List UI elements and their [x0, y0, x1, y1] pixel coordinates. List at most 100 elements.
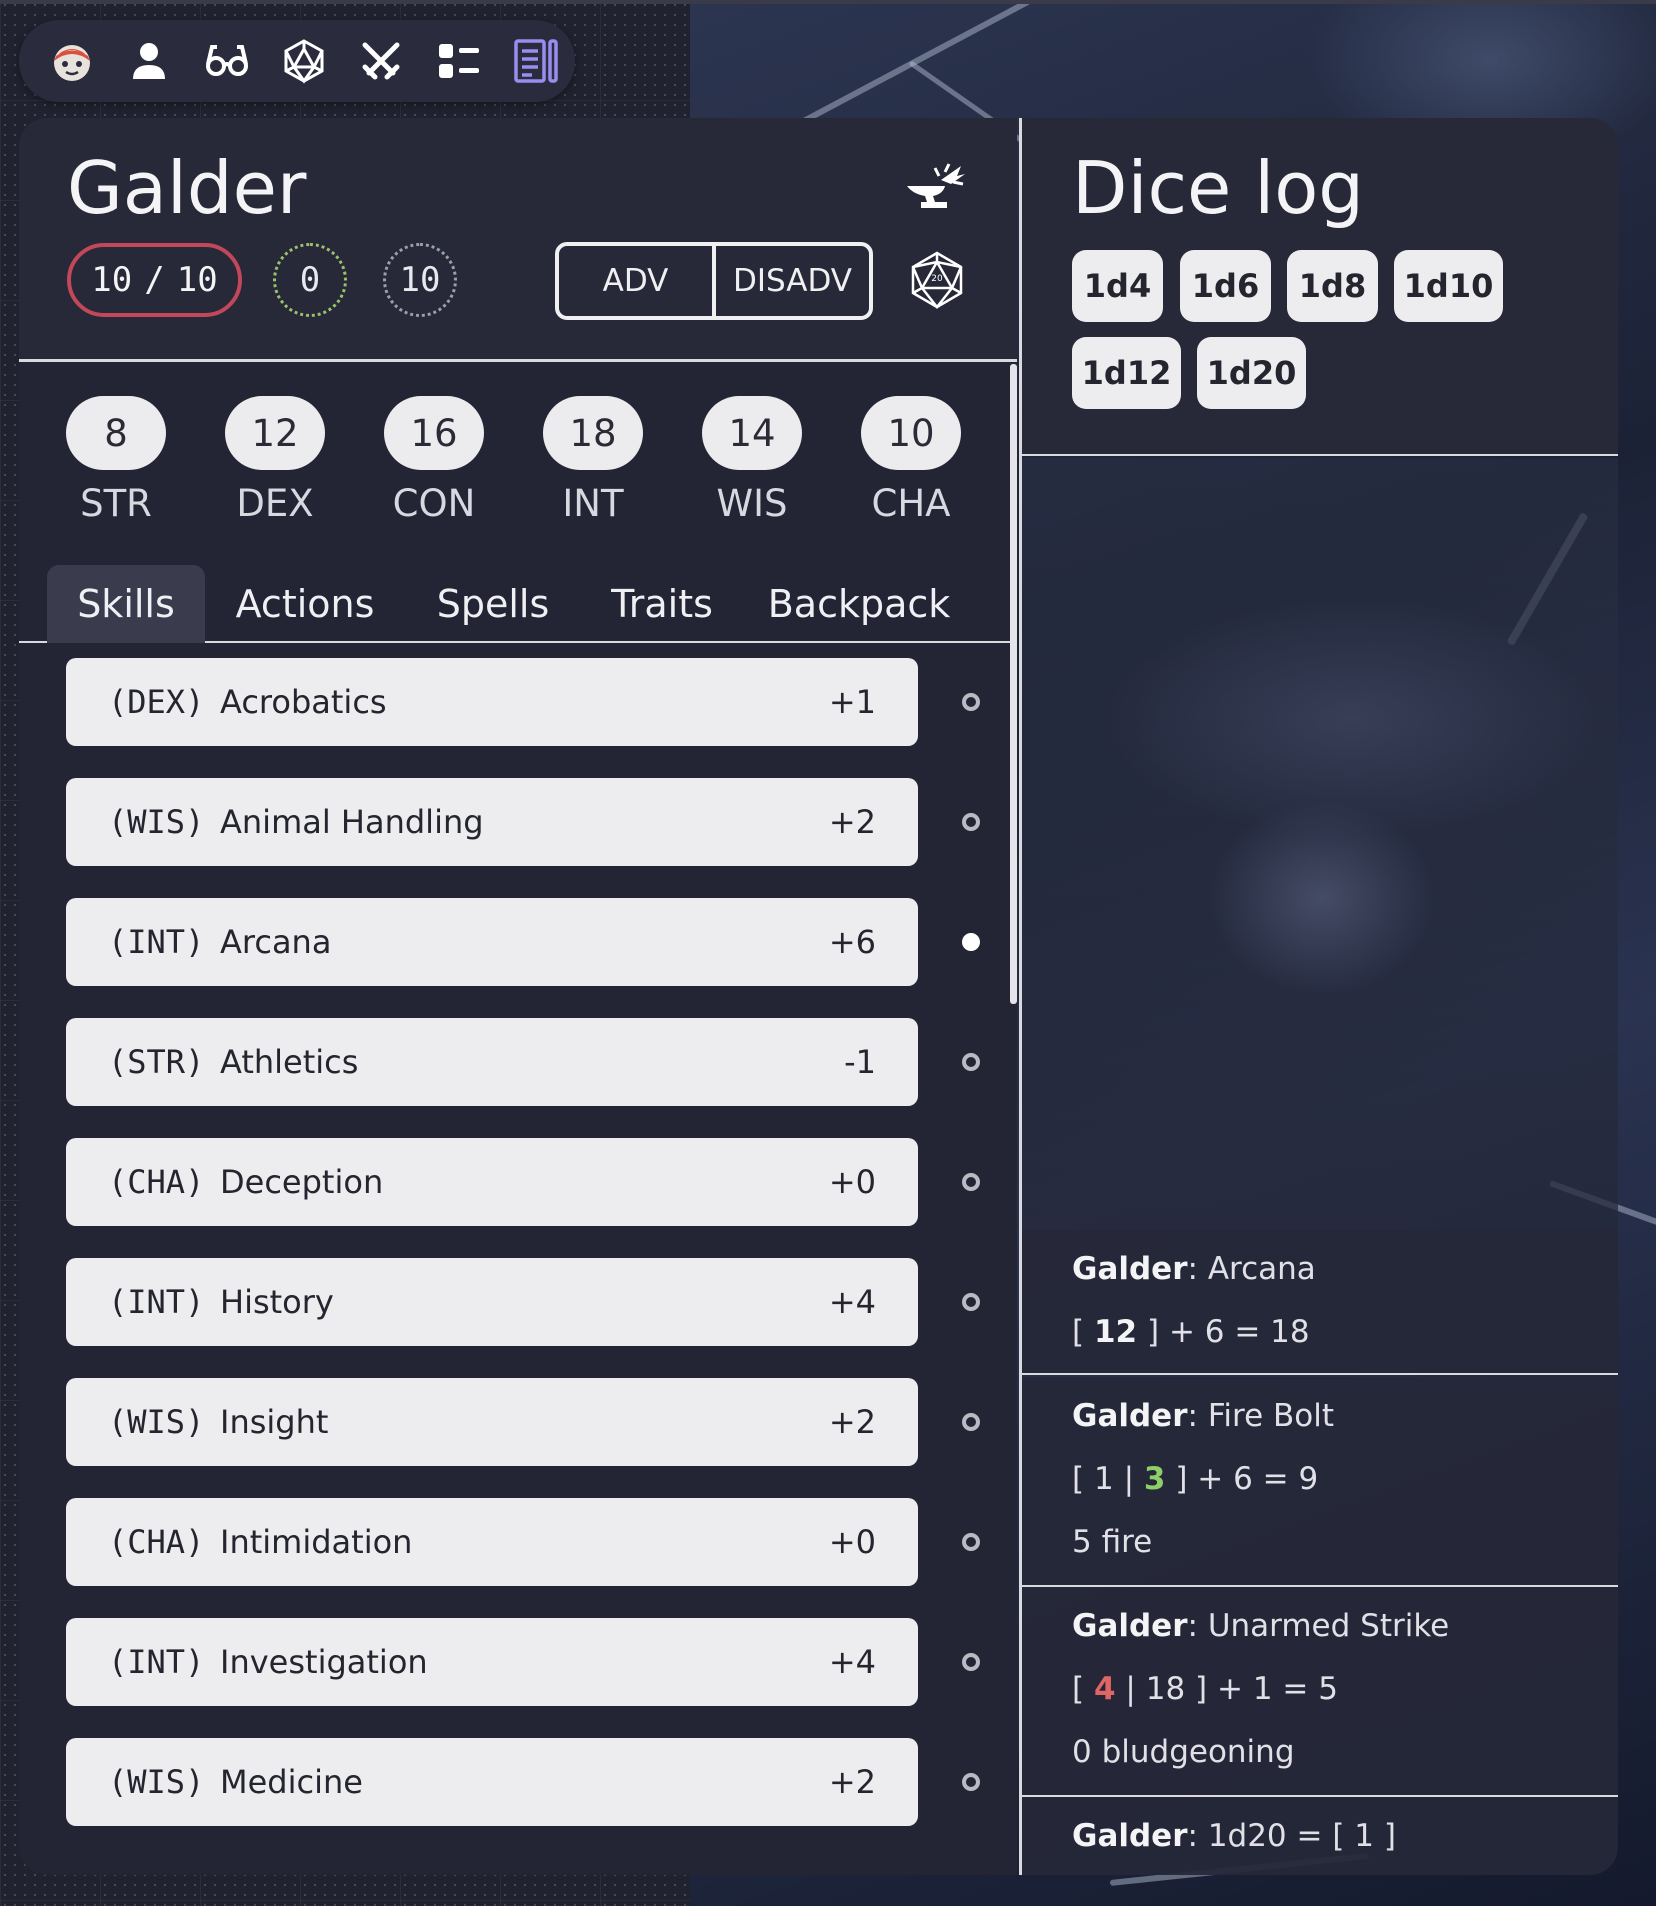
die-separator: |: [1125, 1670, 1136, 1707]
die-result-kept: 3: [1143, 1460, 1166, 1497]
skill-roll-button[interactable]: (WIS) Insight +2: [66, 1378, 918, 1466]
skill-roll-button[interactable]: (DEX) Acrobatics +1: [66, 658, 918, 746]
skill-row-insight: (WIS) Insight +2: [66, 1378, 980, 1466]
skill-modifier: -1: [844, 1043, 876, 1081]
tab-traits[interactable]: Traits: [600, 565, 724, 643]
ability-value: 16: [384, 396, 484, 470]
log-entry: Galder: Fire Bolt [ 1 | 3 ] + 6 = 9 5 fi…: [1022, 1377, 1618, 1587]
skill-modifier: +2: [828, 1763, 876, 1801]
disadvantage-button[interactable]: DISADV: [712, 246, 869, 316]
skill-row-acrobatics: (DEX) Acrobatics +1: [66, 658, 980, 746]
roll-label: 1d20 = [ 1 ]: [1207, 1817, 1396, 1854]
ability-value: 10: [861, 396, 961, 470]
die-button-1d12[interactable]: 1d12: [1072, 337, 1181, 409]
roll-total: + 6 = 9: [1197, 1460, 1319, 1497]
d20-icon[interactable]: 20: [907, 250, 967, 310]
die-result: 12: [1093, 1313, 1138, 1350]
skill-name: Athletics: [220, 1043, 359, 1081]
skill-row-investigation: (INT) Investigation +4: [66, 1618, 980, 1706]
app-logo-icon[interactable]: [33, 20, 110, 102]
proficiency-toggle[interactable]: [962, 1293, 980, 1311]
skill-modifier: +6: [828, 923, 876, 961]
skill-row-medicine: (WIS) Medicine +2: [66, 1738, 980, 1826]
roll-bracket-open: [: [1072, 1670, 1085, 1707]
skill-name: Insight: [220, 1403, 329, 1441]
list-icon[interactable]: [420, 20, 497, 102]
ability-label: CHA: [871, 482, 951, 525]
tab-backpack[interactable]: Backpack: [768, 565, 951, 643]
damage-result: 0 bludgeoning: [1072, 1733, 1295, 1770]
roll-label: Fire Bolt: [1207, 1397, 1334, 1434]
ability-dex[interactable]: 12 DEX: [220, 396, 330, 525]
temp-hp-display[interactable]: 0: [273, 243, 347, 317]
skill-roll-button[interactable]: (INT) History +4: [66, 1258, 918, 1346]
roll-bracket-close: ]: [1146, 1313, 1160, 1350]
proficiency-toggle[interactable]: [962, 1173, 980, 1191]
tab-spells[interactable]: Spells: [428, 565, 558, 643]
proficiency-toggle[interactable]: [962, 693, 980, 711]
character-icon[interactable]: [110, 20, 187, 102]
skill-row-arcana: (INT) Arcana +6: [66, 898, 980, 986]
tab-skills[interactable]: Skills: [47, 565, 205, 643]
proficiency-toggle[interactable]: [962, 933, 980, 951]
skill-modifier: +2: [828, 1403, 876, 1441]
ability-value: 14: [702, 396, 802, 470]
skill-roll-button[interactable]: (INT) Investigation +4: [66, 1618, 918, 1706]
skill-roll-button[interactable]: (WIS) Animal Handling +2: [66, 778, 918, 866]
ability-value: 12: [225, 396, 325, 470]
skill-name: Medicine: [220, 1763, 363, 1801]
armor-class-display[interactable]: 10: [383, 243, 457, 317]
ability-con[interactable]: 16 CON: [379, 396, 489, 525]
hit-points-display[interactable]: 10 / 10: [67, 243, 242, 317]
roll-bracket-open: [: [1072, 1313, 1085, 1350]
skill-roll-button[interactable]: (CHA) Intimidation +0: [66, 1498, 918, 1586]
crossed-swords-icon[interactable]: [343, 20, 420, 102]
die-button-1d8[interactable]: 1d8: [1287, 250, 1378, 322]
glasses-icon[interactable]: [188, 20, 265, 102]
die-button-1d4[interactable]: 1d4: [1072, 250, 1163, 322]
proficiency-toggle[interactable]: [962, 1413, 980, 1431]
proficiency-toggle[interactable]: [962, 1053, 980, 1071]
skill-roll-button[interactable]: (WIS) Medicine +2: [66, 1738, 918, 1826]
ability-value: 18: [543, 396, 643, 470]
roller-name: Galder: [1072, 1397, 1188, 1434]
die-button-1d20[interactable]: 1d20: [1197, 337, 1306, 409]
roller-name: Galder: [1072, 1817, 1188, 1854]
ability-value: 8: [66, 396, 166, 470]
proficiency-toggle[interactable]: [962, 1773, 980, 1791]
skill-ability: (INT): [108, 1283, 205, 1321]
anvil-icon[interactable]: [899, 162, 969, 222]
ability-wis[interactable]: 14 WIS: [697, 396, 807, 525]
skill-row-athletics: (STR) Athletics -1: [66, 1018, 980, 1106]
dice-icon[interactable]: [265, 20, 342, 102]
log-entry: Galder: 1d20 = [ 1 ]: [1022, 1797, 1618, 1875]
tab-actions[interactable]: Actions: [230, 565, 380, 643]
ability-scores: 8 STR 12 DEX 16 CON 18 INT 14 WIS 10 CHA: [19, 396, 1017, 546]
notes-icon[interactable]: [498, 20, 575, 102]
ability-str[interactable]: 8 STR: [61, 396, 171, 525]
ability-cha[interactable]: 10 CHA: [856, 396, 966, 525]
dice-log-panel: Dice log 1d4 1d6 1d8 1d10 1d12 1d20 Gald…: [1019, 118, 1618, 1875]
proficiency-toggle[interactable]: [962, 1533, 980, 1551]
die-result: 1: [1093, 1460, 1114, 1497]
roll-bracket-open: [: [1072, 1460, 1085, 1497]
ability-label: DEX: [236, 482, 314, 525]
ability-label: INT: [562, 482, 624, 525]
dice-log-title: Dice log: [1072, 146, 1364, 230]
damage-result: 5 fire: [1072, 1523, 1153, 1560]
proficiency-toggle[interactable]: [962, 813, 980, 831]
character-name: Galder: [67, 146, 307, 230]
skill-roll-button[interactable]: (INT) Arcana +6: [66, 898, 918, 986]
skill-row-history: (INT) History +4: [66, 1258, 980, 1346]
skill-modifier: +0: [828, 1523, 876, 1561]
skill-modifier: +0: [828, 1163, 876, 1201]
skill-roll-button[interactable]: (STR) Athletics -1: [66, 1018, 918, 1106]
skill-ability: (INT): [108, 923, 205, 961]
scrollbar[interactable]: [1010, 364, 1017, 1004]
die-button-1d6[interactable]: 1d6: [1180, 250, 1271, 322]
advantage-button[interactable]: ADV: [559, 246, 712, 316]
die-button-1d10[interactable]: 1d10: [1394, 250, 1503, 322]
skill-roll-button[interactable]: (CHA) Deception +0: [66, 1138, 918, 1226]
ability-int[interactable]: 18 INT: [538, 396, 648, 525]
proficiency-toggle[interactable]: [962, 1653, 980, 1671]
